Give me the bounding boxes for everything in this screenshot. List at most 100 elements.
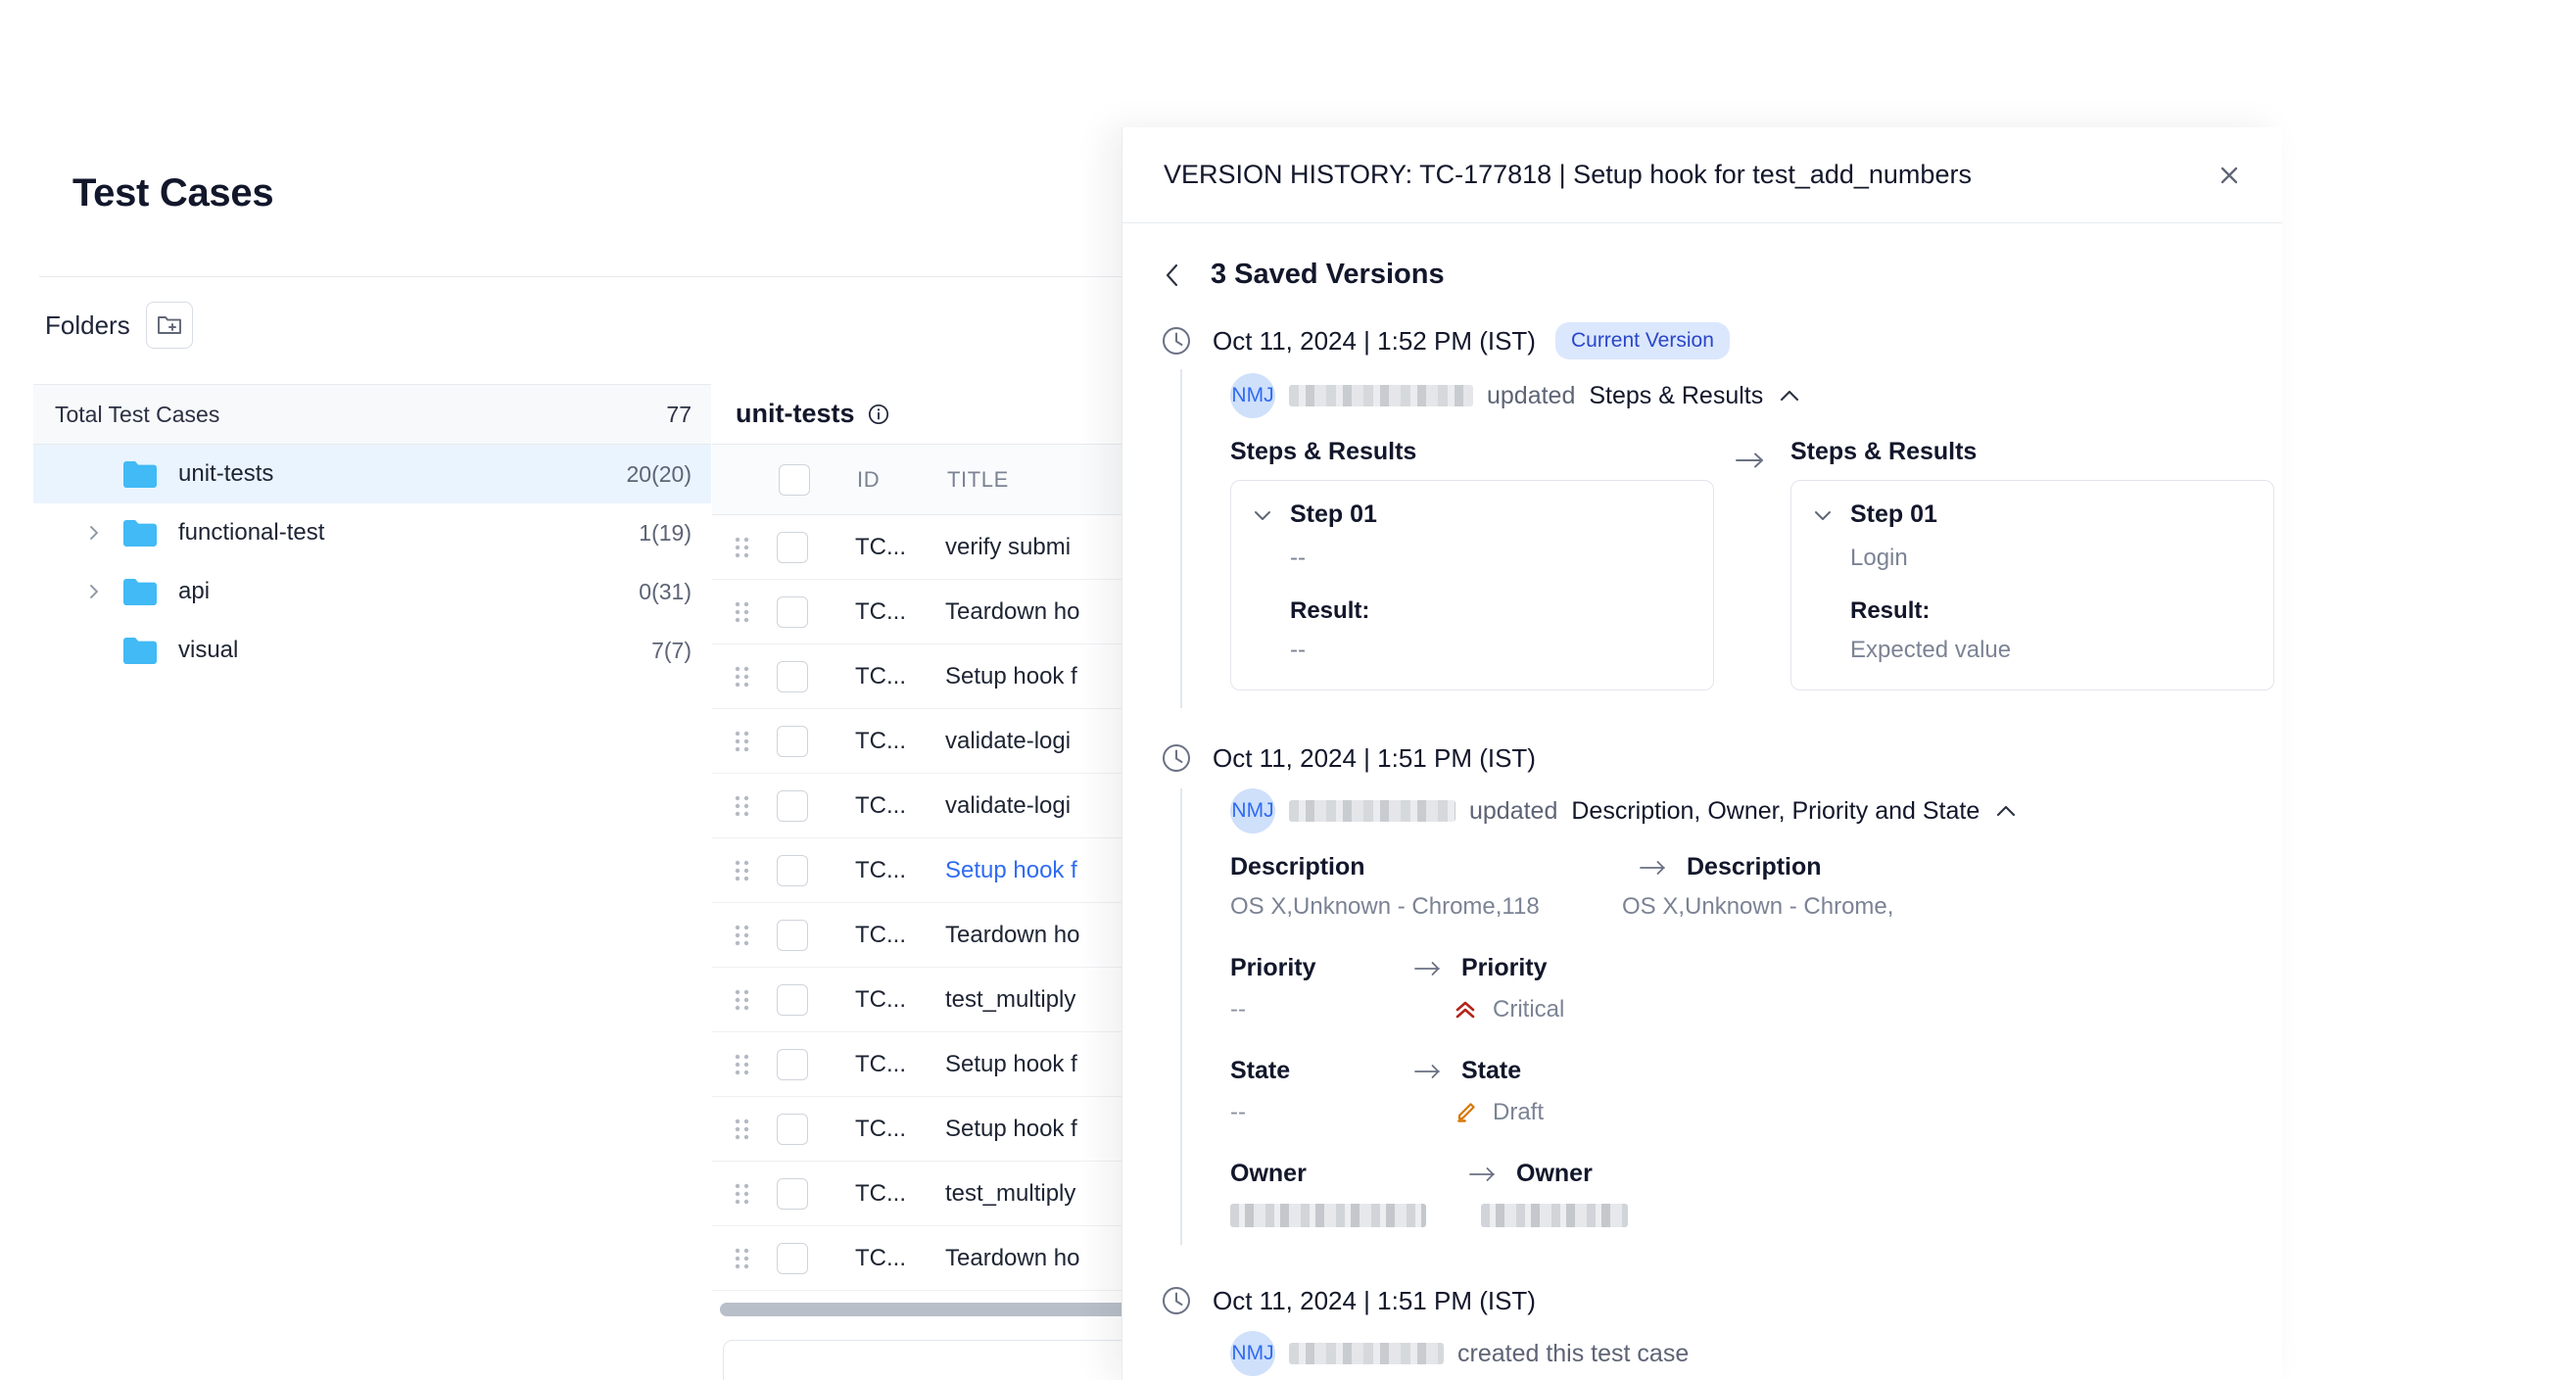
- folder-icon: [123, 519, 157, 547]
- table-row[interactable]: TC... Setup hook f: [712, 644, 1143, 709]
- folder-icon: [123, 637, 157, 664]
- step-box-new: Step 01 Login Result: Expected value: [1790, 480, 2274, 690]
- row-checkbox[interactable]: [777, 983, 808, 1016]
- folder-count: 7(7): [651, 637, 692, 663]
- folder-count: 0(31): [639, 578, 692, 604]
- step-expand-toggle[interactable]: [1811, 503, 1835, 527]
- version-entry: Oct 11, 2024 | 1:51 PM (IST) NMJ updated…: [1122, 741, 2282, 1245]
- table-row[interactable]: TC... Teardown ho: [712, 1226, 1143, 1291]
- table-row[interactable]: TC... verify submi: [712, 515, 1143, 580]
- drag-handle-icon[interactable]: [734, 729, 751, 754]
- drag-handle-icon[interactable]: [734, 923, 751, 948]
- drag-handle-icon[interactable]: [734, 793, 751, 819]
- cell-id: TC...: [855, 1244, 906, 1271]
- steps-diff-new: Steps & Results Step 01 Login Result: Ex…: [1790, 438, 2274, 690]
- arrow-right-icon: [1736, 452, 1763, 468]
- drag-handle-icon[interactable]: [734, 1117, 751, 1142]
- table-row[interactable]: TC... test_multiply: [712, 1162, 1143, 1226]
- row-checkbox[interactable]: [777, 595, 808, 628]
- back-button[interactable]: [1160, 262, 1185, 288]
- actor-name-redacted: [1289, 385, 1473, 406]
- table-row[interactable]: TC... validate-logi: [712, 774, 1143, 838]
- column-header-title[interactable]: TITLE: [947, 467, 1009, 493]
- arrow-right-icon: [1640, 860, 1665, 875]
- collapse-toggle-button[interactable]: [1993, 798, 2019, 824]
- table-row[interactable]: TC... Setup hook f: [712, 838, 1143, 903]
- total-label: Total Test Cases: [55, 401, 220, 427]
- cell-title[interactable]: Setup hook f: [945, 857, 1077, 884]
- test-case-table: unit-tests ID TITLE TC... verify submi TC.…: [712, 384, 1143, 1291]
- chevron-right-icon[interactable]: [84, 523, 104, 543]
- drag-handle-icon[interactable]: [734, 1052, 751, 1077]
- field-value-new: Draft: [1493, 1099, 1545, 1125]
- action-verb: updated: [1469, 796, 1558, 825]
- avatar: NMJ: [1230, 1331, 1275, 1376]
- drag-handle-icon[interactable]: [734, 599, 751, 625]
- row-checkbox[interactable]: [777, 1242, 808, 1274]
- row-checkbox[interactable]: [777, 1113, 808, 1145]
- cell-title[interactable]: Teardown ho: [945, 922, 1079, 949]
- cell-id: TC...: [855, 597, 906, 625]
- cell-title[interactable]: Teardown ho: [945, 1245, 1079, 1272]
- cell-title[interactable]: Setup hook f: [945, 1051, 1077, 1078]
- drag-handle-icon[interactable]: [734, 1181, 751, 1207]
- new-folder-button[interactable]: [145, 302, 193, 349]
- cell-title[interactable]: Setup hook f: [945, 663, 1077, 690]
- row-checkbox[interactable]: [777, 725, 808, 757]
- version-actor-row: NMJ created this test case: [1230, 1331, 2282, 1376]
- folder-item-visual[interactable]: visual 7(7): [33, 621, 711, 680]
- drawer-header: VERSION HISTORY: TC-177818 | Setup hook …: [1122, 127, 2282, 223]
- diff-arrow: [1469, 1166, 1499, 1183]
- cell-title[interactable]: test_multiply: [945, 986, 1075, 1014]
- table-row[interactable]: TC... validate-logi: [712, 709, 1143, 774]
- diff-label-new: Steps & Results: [1790, 438, 1978, 465]
- step-expand-toggle[interactable]: [1251, 503, 1274, 527]
- drag-handle-icon[interactable]: [734, 664, 751, 690]
- horizontal-scrollbar[interactable]: [720, 1303, 1129, 1316]
- folder-item-api[interactable]: api 0(31): [33, 562, 711, 621]
- select-all-checkbox[interactable]: [779, 463, 810, 496]
- field-label-old: Owner: [1230, 1160, 1307, 1187]
- row-checkbox[interactable]: [777, 531, 808, 563]
- field-label-old: Priority: [1230, 954, 1316, 981]
- drag-handle-icon[interactable]: [734, 858, 751, 883]
- avatar: NMJ: [1230, 373, 1275, 418]
- cell-title[interactable]: validate-logi: [945, 728, 1071, 755]
- cell-title[interactable]: Setup hook f: [945, 1116, 1077, 1143]
- cell-title[interactable]: Teardown ho: [945, 598, 1079, 626]
- row-checkbox[interactable]: [777, 919, 808, 951]
- diff-arrow: [1640, 859, 1669, 877]
- title-divider: [39, 276, 1136, 277]
- drag-handle-icon[interactable]: [734, 535, 751, 560]
- row-checkbox[interactable]: [777, 1048, 808, 1080]
- row-checkbox[interactable]: [777, 660, 808, 692]
- row-checkbox[interactable]: [777, 1177, 808, 1210]
- folder-item-functional-test[interactable]: functional-test 1(19): [33, 503, 711, 562]
- drag-handle-icon[interactable]: [734, 1246, 751, 1271]
- row-checkbox[interactable]: [777, 854, 808, 886]
- cell-id: TC...: [855, 727, 906, 754]
- folder-item-unit-tests[interactable]: unit-tests 20(20): [33, 445, 711, 503]
- field-value-new-wrap: Draft: [1452, 1099, 1544, 1126]
- row-checkbox[interactable]: [777, 789, 808, 822]
- close-button[interactable]: [2204, 150, 2255, 201]
- version-entry-header: Oct 11, 2024 | 1:51 PM (IST): [1160, 1284, 2282, 1317]
- cell-title[interactable]: test_multiply: [945, 1180, 1075, 1208]
- collapse-toggle-button[interactable]: [1777, 383, 1802, 408]
- table-row[interactable]: TC... Setup hook f: [712, 1097, 1143, 1162]
- version-timeline: Oct 11, 2024 | 1:52 PM (IST) Current Ver…: [1122, 305, 2282, 1376]
- cell-title[interactable]: validate-logi: [945, 792, 1071, 820]
- action-verb: created this test case: [1457, 1339, 1690, 1367]
- cell-id: TC...: [855, 791, 906, 819]
- chevron-right-icon[interactable]: [84, 582, 104, 601]
- info-icon[interactable]: [867, 403, 890, 426]
- table-row[interactable]: TC... Teardown ho: [712, 580, 1143, 644]
- table-row[interactable]: TC... Setup hook f: [712, 1032, 1143, 1097]
- cell-title[interactable]: verify submi: [945, 534, 1071, 561]
- step-result-label: Result:: [1290, 597, 1370, 624]
- table-row[interactable]: TC... test_multiply: [712, 968, 1143, 1032]
- app-root: Test Cases Folders Total Test Cases 77 u…: [0, 0, 2576, 1380]
- drag-handle-icon[interactable]: [734, 987, 751, 1013]
- column-header-id[interactable]: ID: [857, 467, 947, 493]
- table-row[interactable]: TC... Teardown ho: [712, 903, 1143, 968]
